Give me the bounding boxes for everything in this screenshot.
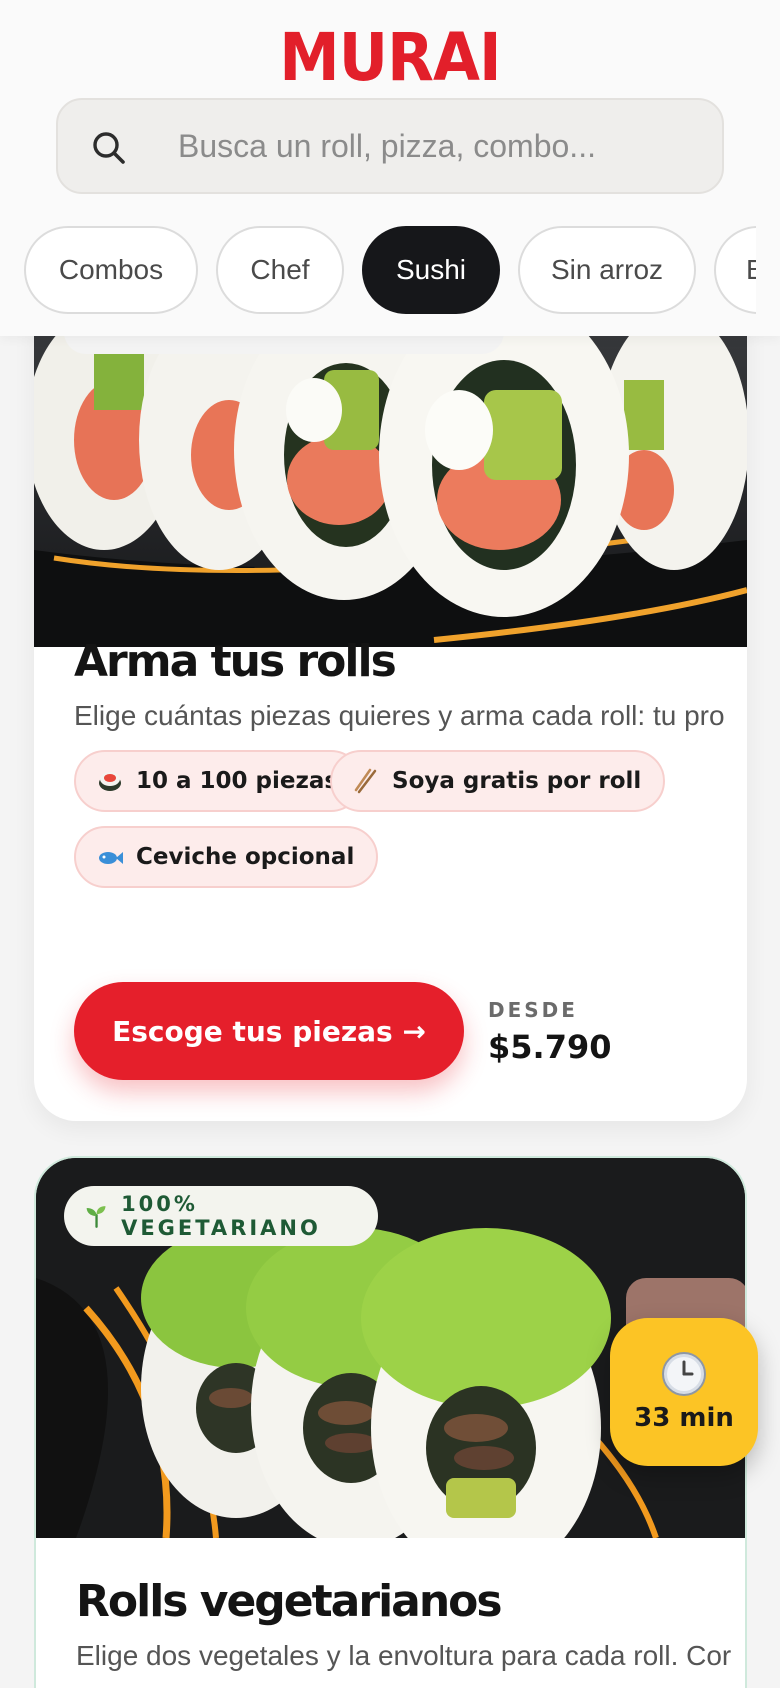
badge-label: 100% VEGETARIANO — [121, 1192, 321, 1240]
search-icon — [93, 132, 125, 164]
category-tabs: Combos Chef Sushi Sin arroz B — [0, 226, 756, 316]
tab-sin-arroz[interactable]: Sin arroz — [518, 226, 696, 314]
sprout-icon — [86, 1206, 106, 1228]
feature-label: Ceviche opcional — [136, 844, 355, 870]
brand-logo[interactable]: MURAI — [31, 22, 749, 94]
feature-pill: Soya gratis por roll — [330, 750, 666, 812]
card-description: Elige dos vegetales y la envoltura para … — [76, 1640, 732, 1671]
card-description: Elige cuántas piezas quieres y arma cada… — [74, 700, 725, 731]
feature-pill: 10 a 100 piezas — [74, 750, 363, 812]
price-value: $5.790 — [488, 1028, 612, 1066]
price-from-label: DESDE — [488, 998, 578, 1022]
tab-combos[interactable]: Combos — [24, 226, 198, 314]
delivery-time: 33 min — [634, 1403, 734, 1433]
fish-icon — [96, 843, 124, 871]
tab-sushi[interactable]: Sushi — [362, 226, 500, 314]
card-title: Rolls vegetarianos — [76, 1576, 503, 1627]
product-card-arma-tus-rolls[interactable]: Arma tus rolls Elige cuántas piezas quie… — [34, 290, 747, 1121]
sushi-icon — [96, 767, 124, 795]
tab-more[interactable]: B — [714, 226, 756, 314]
tab-label: Sin arroz — [550, 254, 664, 285]
search-bar[interactable] — [56, 98, 724, 194]
tab-chef[interactable]: Chef — [216, 226, 344, 314]
chopsticks-icon — [352, 767, 380, 795]
card-title: Arma tus rolls — [74, 636, 397, 687]
app-header: MURAI Combos Chef Sushi Sin arroz B — [0, 0, 780, 336]
feature-pill: Ceviche opcional — [74, 826, 379, 888]
search-input[interactable] — [178, 100, 698, 192]
tab-label: Combos — [58, 254, 164, 285]
tab-label: B — [746, 254, 756, 285]
choose-pieces-button[interactable]: Escoge tus piezas → — [74, 982, 464, 1080]
tab-label: Sushi — [395, 254, 467, 285]
feature-label: Soya gratis por roll — [392, 768, 642, 794]
feature-label: 10 a 100 piezas — [136, 768, 339, 794]
vegetarian-badge: 100% VEGETARIANO — [64, 1186, 378, 1246]
tab-label: Chef — [250, 254, 310, 285]
delivery-time-badge: 33 min — [610, 1318, 758, 1466]
clock-icon — [662, 1352, 706, 1396]
